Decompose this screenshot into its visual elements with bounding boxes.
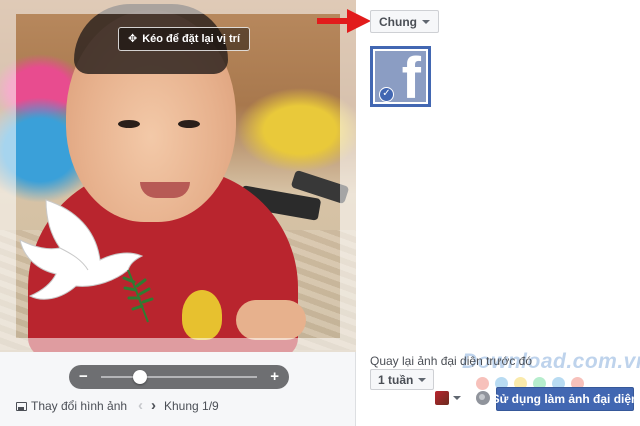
frame-category-label: Chung [379,14,417,29]
facebook-f-glyph: f [401,51,421,102]
move-icon: ✥ [128,32,138,45]
crop-mask [0,14,16,338]
photo-editor: ✥ Kéo để đặt lại vị trí − + Thay đổi hìn… [0,0,356,426]
audience-avatar-selector[interactable] [435,391,461,405]
frame-counter: Khung 1/9 [164,399,219,413]
photo-subject-arm [236,300,306,340]
zoom-slider[interactable]: − + [69,365,289,389]
crop-mask [340,14,356,338]
zoom-track[interactable] [101,376,257,378]
previous-frame-icon[interactable]: ‹ [138,397,143,415]
crop-mask [0,0,356,14]
globe-privacy-icon[interactable] [476,391,490,405]
avatar [435,391,449,405]
crop-mask [0,338,356,352]
selected-check-icon: ✓ [379,87,394,102]
zoom-handle[interactable] [133,370,147,384]
frame-category-dropdown[interactable]: Chung [370,10,439,33]
revert-duration-dropdown[interactable]: 1 tuần [370,369,435,390]
red-arrow-annotation-icon [317,9,371,33]
use-as-profile-picture-button[interactable]: Sử dụng làm ảnh đại diện [492,387,638,411]
zoom-in-icon[interactable]: + [270,365,279,389]
facebook-logo-icon: f ✓ [375,51,426,102]
drag-hint-label: Kéo để đặt lại vị trí [142,33,241,45]
zoom-out-icon[interactable]: − [79,365,88,389]
photo-subject-eye [178,120,200,128]
photo-subject-eye [118,120,140,128]
dove-frame-overlay [19,199,154,323]
frame-thumbnail-facebook[interactable]: f ✓ [370,46,431,107]
frame-pager: ‹ › Khung 1/9 [138,397,219,415]
change-image-label: Thay đổi hình ảnh [31,399,128,413]
photo-shirt-emblem [182,290,222,340]
next-frame-icon[interactable]: › [151,397,156,415]
drag-to-reposition-hint: ✥ Kéo để đặt lại vị trí [118,27,251,51]
chevron-down-icon [422,19,430,24]
duration-value: 1 tuần [378,372,414,387]
chevron-down-icon [418,377,427,382]
watermark-dot [476,377,489,390]
revert-profile-label: Quay lại ảnh đại diện trước đó [370,354,532,368]
change-image-link[interactable]: Thay đổi hình ảnh [16,397,127,415]
profile-photo-preview[interactable]: ✥ Kéo để đặt lại vị trí [0,0,356,352]
profile-frame-dialog: ✥ Kéo để đặt lại vị trí − + Thay đổi hìn… [0,0,640,426]
chevron-down-icon [453,396,461,400]
image-icon [16,401,27,411]
